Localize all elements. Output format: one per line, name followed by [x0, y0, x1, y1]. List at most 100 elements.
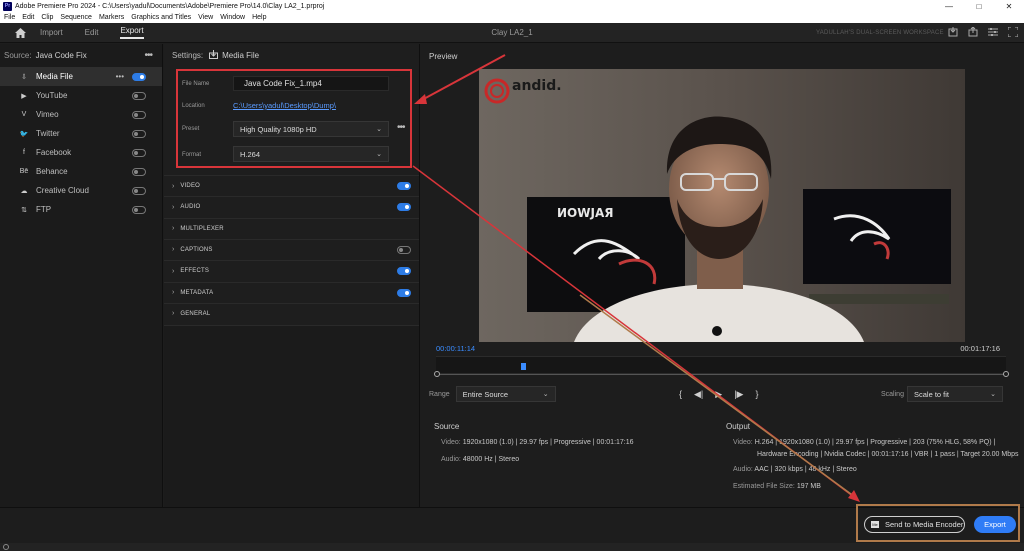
range-bar [436, 374, 1006, 375]
destination-label: YouTube [36, 91, 68, 100]
output-audio-value: AAC | 320 kbps | 48 kHz | Stereo [754, 466, 857, 473]
destination-item-vimeo[interactable]: V Vimeo [0, 105, 162, 124]
scaling-select[interactable]: Scale to fit ⌄ [907, 386, 1003, 402]
settings-panel: Settings: Media File File Name Java Code… [164, 44, 420, 507]
set-out-icon[interactable]: } [755, 389, 758, 400]
play-icon[interactable]: ▶ [715, 389, 722, 400]
destination-toggle[interactable] [132, 72, 146, 81]
window-title: Adobe Premiere Pro 2024 - C:\Users\yadul… [15, 2, 325, 10]
section-multiplexer[interactable]: › MULTIPLEXER [164, 217, 419, 239]
set-in-icon[interactable]: { [679, 389, 682, 400]
menu-file[interactable]: File [4, 14, 15, 21]
preview-controls: Range Entire Source ⌄ { ◀| ▶ |▶ } Scalin… [429, 386, 1019, 402]
in-point-handle[interactable] [434, 371, 440, 377]
menu-edit[interactable]: Edit [22, 14, 34, 21]
section-label: GENERAL [180, 310, 211, 317]
settings-sliders-icon[interactable] [988, 27, 998, 39]
destination-more-icon[interactable]: ••• [116, 72, 124, 81]
workspace-name[interactable]: YADULLAH'S DUAL-SCREEN WORKSPACE [816, 30, 944, 36]
menu-view[interactable]: View [198, 14, 213, 21]
destination-item-ftp[interactable]: ⇅ FTP [0, 200, 162, 219]
app-header: Import Edit Export Clay LA2_1 YADULLAH'S… [0, 23, 1024, 43]
source-audio-info: Audio: 48000 Hz | Stereo [441, 456, 519, 463]
transport-controls: { ◀| ▶ |▶ } [679, 389, 758, 400]
destination-item-youtube[interactable]: ▶ YouTube [0, 86, 162, 105]
destination-item-behance[interactable]: Bē Behance [0, 162, 162, 181]
tab-import[interactable]: Import [40, 28, 63, 37]
workspaces-icon[interactable] [948, 26, 958, 39]
destination-item-twitter[interactable]: 🐦 Twitter [0, 124, 162, 143]
quick-export-icon[interactable] [968, 25, 978, 39]
tab-edit[interactable]: Edit [85, 28, 99, 37]
section-toggle[interactable] [397, 288, 411, 297]
annotation-box-settings [176, 69, 412, 168]
section-metadata[interactable]: › METADATA [164, 281, 419, 303]
home-icon[interactable] [0, 27, 40, 38]
menu-graphics-and-titles[interactable]: Graphics and Titles [131, 14, 191, 21]
destination-item-facebook[interactable]: f Facebook [0, 143, 162, 162]
destination-item-creative-cloud[interactable]: ☁ Creative Cloud [0, 181, 162, 200]
destination-toggle[interactable] [132, 205, 146, 214]
status-icon [3, 544, 9, 550]
chevron-right-icon: › [172, 182, 175, 190]
fullscreen-icon[interactable] [1007, 26, 1019, 39]
tab-export[interactable]: Export [120, 26, 144, 39]
section-toggle[interactable] [397, 267, 411, 276]
chevron-right-icon: › [172, 246, 175, 254]
section-toggle[interactable] [397, 245, 411, 254]
playhead[interactable] [520, 363, 526, 370]
chevron-right-icon: › [172, 289, 175, 296]
section-toggle[interactable] [397, 182, 411, 190]
section-label: METADATA [180, 289, 214, 296]
menu-help[interactable]: Help [252, 14, 266, 21]
ftp-icon: ⇅ [21, 206, 27, 214]
destination-toggle[interactable] [132, 91, 146, 100]
out-point-handle[interactable] [1003, 371, 1009, 377]
youtube-icon: ▶ [21, 92, 27, 100]
video-frame-image: ИOWJAЯ [479, 69, 965, 342]
menu-markers[interactable]: Markers [99, 14, 124, 21]
destination-toggle[interactable] [132, 110, 146, 119]
section-audio[interactable]: › AUDIO [164, 196, 419, 218]
menu-clip[interactable]: Clip [41, 14, 53, 21]
destination-item-media-file[interactable]: ⇩ Media File ••• [0, 67, 162, 86]
scaling-value: Scale to fit [914, 389, 950, 399]
step-forward-icon[interactable]: |▶ [734, 389, 743, 400]
output-video-label: Video: [733, 439, 753, 446]
chevron-right-icon: › [172, 225, 175, 233]
destination-label: Creative Cloud [36, 186, 89, 195]
output-info-title: Output [726, 422, 751, 431]
destination-toggle[interactable] [132, 167, 146, 176]
section-captions[interactable]: › CAPTIONS [164, 238, 419, 260]
settings-label: Settings: [172, 51, 204, 60]
section-video[interactable]: › VIDEO [164, 175, 419, 196]
destination-toggle[interactable] [132, 129, 146, 138]
maximize-button[interactable]: □ [964, 2, 994, 11]
section-toggle[interactable] [397, 203, 411, 212]
source-info-title: Source [434, 422, 460, 431]
output-audio-info: Audio: AAC | 320 kbps | 48 kHz | Stereo [733, 466, 857, 473]
output-video-line2: Hardware Encoding | Nvidia Codec | 00:01… [757, 451, 1019, 458]
chevron-down-icon: ⌄ [542, 391, 549, 398]
preview-panel: Preview ИOWJAЯ andid. 00:00:11:14 00:01:… [421, 44, 1024, 507]
section-general[interactable]: › GENERAL [164, 302, 419, 324]
close-button[interactable]: ✕ [994, 2, 1024, 11]
current-timecode: 00:00:11:14 [436, 344, 476, 353]
destination-toggle[interactable] [132, 148, 146, 157]
source-more-icon[interactable]: ••• [144, 50, 152, 61]
source-audio-label: Audio: [441, 456, 461, 463]
menu-window[interactable]: Window [220, 14, 245, 21]
menu-sequence[interactable]: Sequence [60, 14, 92, 21]
step-back-icon[interactable]: ◀| [694, 389, 703, 400]
svg-text:ИOWJAЯ: ИOWJAЯ [557, 206, 613, 220]
creative-cloud-icon: ☁ [20, 187, 28, 195]
output-video-info: Video: H.264 | 1920x1080 (1.0) | 29.97 f… [733, 439, 995, 446]
range-select[interactable]: Entire Source ⌄ [455, 386, 556, 402]
section-effects[interactable]: › EFFECTS [164, 260, 419, 282]
destination-label: FTP [36, 205, 52, 214]
status-bar [0, 543, 1024, 551]
destination-toggle[interactable] [132, 186, 146, 195]
export-file-icon: ⇩ [21, 73, 27, 81]
minimize-button[interactable]: — [934, 2, 964, 11]
section-label: VIDEO [180, 183, 201, 189]
